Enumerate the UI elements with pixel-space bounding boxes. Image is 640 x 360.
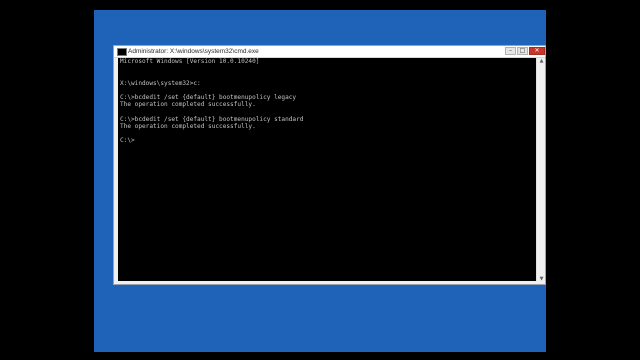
console-line: X:\windows\system32>c: [120,79,201,87]
minimize-button[interactable]: – [505,47,516,55]
title-bar[interactable]: Administrator: X:\windows\system32\cmd.e… [114,46,545,58]
console-line: C:\>bcdedit /set {default} bootmenupolic… [120,93,297,101]
vertical-scrollbar[interactable]: ▲ ▼ [536,58,545,283]
cmd-window[interactable]: Administrator: X:\windows\system32\cmd.e… [113,45,546,285]
console-line: Microsoft Windows [Version 10.0.10240] [120,58,260,65]
cmd-prompt-icon [117,48,127,56]
window-title: Administrator: X:\windows\system32\cmd.e… [128,48,259,55]
console-prompt[interactable]: C:\> [120,137,534,144]
window-controls: – □ ✕ [505,47,545,56]
console-line: The operation completed successfully. [120,101,256,109]
window-bottom-edge [114,281,545,284]
console-output[interactable]: Microsoft Windows [Version 10.0.10240] X… [118,58,536,283]
scroll-up-arrow-icon[interactable]: ▲ [538,58,545,65]
close-button[interactable]: ✕ [529,47,545,55]
console-line: C:\>bcdedit /set {default} bootmenupolic… [120,115,304,123]
desktop-background: Administrator: X:\windows\system32\cmd.e… [94,10,546,352]
maximize-button[interactable]: □ [517,47,528,55]
screen: Administrator: X:\windows\system32\cmd.e… [0,0,640,360]
console-line: The operation completed successfully. [120,122,256,130]
